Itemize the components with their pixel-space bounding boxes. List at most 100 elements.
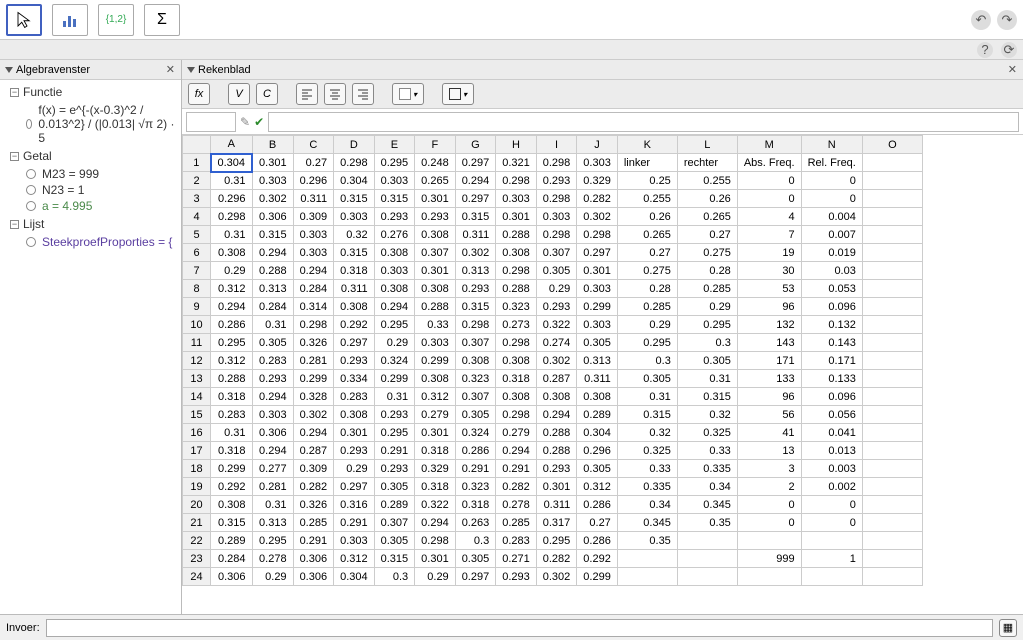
row-header[interactable]: 14: [183, 388, 211, 406]
cell[interactable]: [862, 568, 922, 586]
cell[interactable]: 0.308: [211, 244, 253, 262]
cell[interactable]: [862, 424, 922, 442]
cell[interactable]: 0.31: [211, 424, 253, 442]
cell[interactable]: 0.307: [455, 388, 496, 406]
row-header[interactable]: 13: [183, 370, 211, 388]
cell[interactable]: 0.301: [252, 154, 293, 172]
cell[interactable]: linker: [617, 154, 677, 172]
cell[interactable]: 0.334: [334, 370, 375, 388]
cell[interactable]: 0.299: [211, 460, 253, 478]
cell[interactable]: [862, 244, 922, 262]
cell[interactable]: [862, 496, 922, 514]
cell[interactable]: 0.275: [677, 244, 737, 262]
cell[interactable]: 999: [737, 550, 801, 568]
cell[interactable]: 0.299: [415, 352, 456, 370]
cell[interactable]: 0.294: [252, 244, 293, 262]
cell[interactable]: [862, 280, 922, 298]
cell[interactable]: 0.298: [577, 226, 618, 244]
cell[interactable]: 0.303: [374, 172, 415, 190]
column-header[interactable]: M: [737, 136, 801, 154]
cell[interactable]: 0.307: [536, 244, 577, 262]
cell-name-input[interactable]: [186, 112, 236, 132]
cell[interactable]: 0.248: [415, 154, 456, 172]
cell[interactable]: 0.265: [677, 208, 737, 226]
cell[interactable]: 0.303: [293, 244, 334, 262]
cell[interactable]: 0.282: [536, 550, 577, 568]
cell[interactable]: 0.315: [252, 226, 293, 244]
cell[interactable]: 0.311: [536, 496, 577, 514]
cell[interactable]: 0.301: [496, 208, 537, 226]
cell[interactable]: 0.293: [334, 352, 375, 370]
cell[interactable]: 0.335: [677, 460, 737, 478]
cell[interactable]: 0.283: [211, 406, 253, 424]
cell[interactable]: 0.313: [252, 280, 293, 298]
pointer-tool-button[interactable]: [6, 4, 42, 36]
column-header[interactable]: K: [617, 136, 677, 154]
cell[interactable]: 0.299: [577, 568, 618, 586]
align-left-button[interactable]: [296, 83, 318, 105]
cell[interactable]: [862, 532, 922, 550]
cell[interactable]: 0.305: [617, 370, 677, 388]
cell[interactable]: 0.298: [293, 316, 334, 334]
column-header[interactable]: B: [252, 136, 293, 154]
cell[interactable]: 0.306: [252, 424, 293, 442]
cell[interactable]: 0.298: [334, 154, 375, 172]
cell[interactable]: 0.311: [334, 280, 375, 298]
tree-item[interactable]: f(x) = e^{-(x-0.3)^2 / 0.013^2} / (|0.01…: [0, 102, 181, 146]
cell[interactable]: 0.294: [252, 388, 293, 406]
cell[interactable]: 0.28: [677, 262, 737, 280]
cell[interactable]: 0.294: [415, 514, 456, 532]
cell[interactable]: 7: [737, 226, 801, 244]
cell[interactable]: 0.297: [455, 190, 496, 208]
cell[interactable]: [862, 550, 922, 568]
row-header[interactable]: 15: [183, 406, 211, 424]
cell[interactable]: 0.293: [374, 460, 415, 478]
tree-section[interactable]: − Getal: [0, 146, 181, 166]
cell[interactable]: [862, 352, 922, 370]
cell[interactable]: [801, 568, 862, 586]
refresh-button[interactable]: ⟳: [1001, 42, 1017, 58]
cell[interactable]: 0.294: [293, 262, 334, 280]
cell[interactable]: 0.314: [293, 298, 334, 316]
cell[interactable]: 0.288: [415, 298, 456, 316]
cell[interactable]: 0.3: [374, 568, 415, 586]
tree-item[interactable]: M23 = 999: [0, 166, 181, 182]
cell[interactable]: 0.295: [211, 334, 253, 352]
cell[interactable]: 0.295: [374, 154, 415, 172]
cell[interactable]: 0.34: [617, 496, 677, 514]
cell[interactable]: 0.013: [801, 442, 862, 460]
cell[interactable]: 0.303: [252, 406, 293, 424]
cell[interactable]: 0.322: [415, 496, 456, 514]
cell[interactable]: 171: [737, 352, 801, 370]
cell[interactable]: 96: [737, 388, 801, 406]
column-header[interactable]: I: [536, 136, 577, 154]
cell[interactable]: 0.307: [374, 514, 415, 532]
row-header[interactable]: 5: [183, 226, 211, 244]
cell[interactable]: 0.303: [577, 280, 618, 298]
cell[interactable]: 0.304: [334, 568, 375, 586]
row-header[interactable]: 21: [183, 514, 211, 532]
cell[interactable]: 0.133: [801, 370, 862, 388]
cell[interactable]: 0.307: [415, 244, 456, 262]
cell[interactable]: 0.308: [374, 244, 415, 262]
row-header[interactable]: 11: [183, 334, 211, 352]
cell[interactable]: 0.297: [455, 568, 496, 586]
italic-c-button[interactable]: C: [256, 83, 278, 105]
input-help-button[interactable]: ▦: [999, 619, 1017, 637]
cell[interactable]: 0.293: [415, 208, 456, 226]
cell[interactable]: 0.007: [801, 226, 862, 244]
cell[interactable]: 0.288: [536, 424, 577, 442]
cell[interactable]: 0.303: [293, 226, 334, 244]
cell[interactable]: 0.019: [801, 244, 862, 262]
cell[interactable]: 0.303: [415, 334, 456, 352]
accept-icon[interactable]: ✔: [254, 115, 264, 129]
cell[interactable]: 0.056: [801, 406, 862, 424]
cell[interactable]: 0.292: [211, 478, 253, 496]
cell[interactable]: 0.295: [374, 424, 415, 442]
cell[interactable]: 0.284: [293, 280, 334, 298]
cell[interactable]: [862, 442, 922, 460]
cell[interactable]: 0.303: [252, 172, 293, 190]
sheet-collapse-icon[interactable]: [187, 67, 195, 73]
row-header[interactable]: 22: [183, 532, 211, 550]
cell[interactable]: [862, 226, 922, 244]
